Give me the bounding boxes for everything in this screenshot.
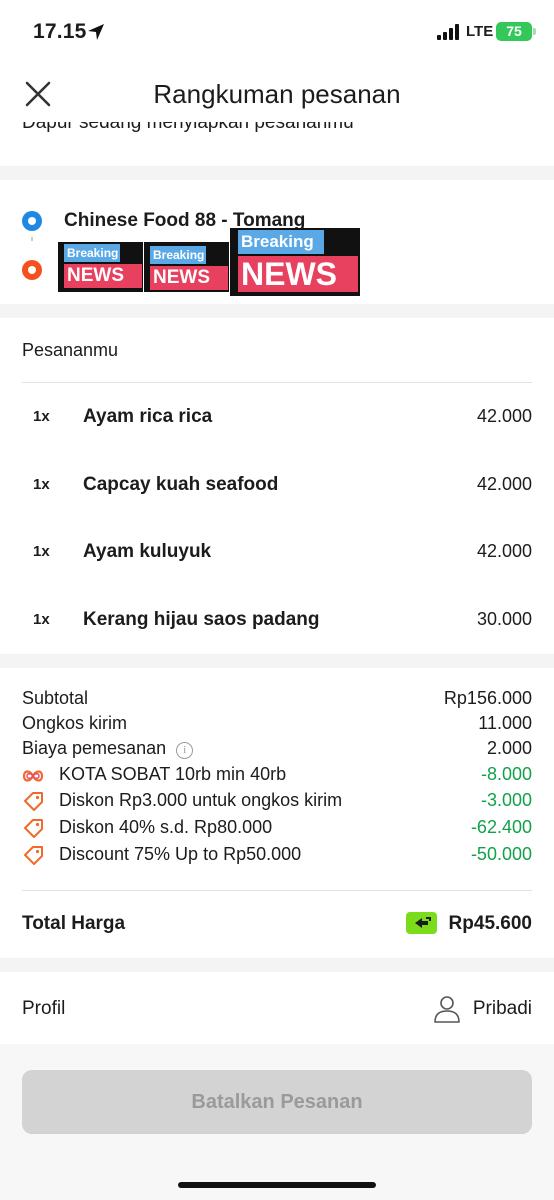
voucher-row: Discount 75% Up to Rp50.000 -50.000 — [22, 844, 532, 870]
item-quantity: 1x — [33, 408, 50, 425]
list-item: 1x Capcay kuah seafood 42.000 — [0, 466, 554, 506]
item-name: Kerang hijau saos padang — [83, 609, 320, 630]
divider — [22, 382, 532, 383]
section-divider — [0, 958, 554, 972]
delivery-fee-label: Ongkos kirim — [22, 713, 128, 733]
item-price: 42.000 — [476, 474, 532, 494]
voucher-value: -62.400 — [470, 817, 532, 837]
info-icon[interactable]: i — [176, 742, 194, 759]
payment-method-icon — [406, 912, 437, 934]
total-label: Total Harga — [22, 913, 126, 934]
battery-icon: 75 — [496, 22, 536, 41]
home-indicator — [178, 1182, 376, 1188]
voucher-row: Diskon 40% s.d. Rp80.000 -62.400 — [22, 817, 532, 843]
profile-value: Pribadi — [472, 998, 532, 1019]
voucher-row: Diskon Rp3.000 untuk ongkos kirim -3.000 — [22, 790, 532, 816]
subtotal-label: Subtotal — [22, 688, 89, 708]
breaking-news-sticker: Breaking NEWS — [58, 242, 143, 292]
price-summary: Subtotal Rp156.000 Ongkos kirim 11.000 B… — [0, 668, 554, 958]
item-quantity: 1x — [33, 543, 50, 560]
order-fee-label-wrap: Biaya pemesanan i — [22, 738, 194, 759]
section-divider — [0, 166, 554, 180]
item-quantity: 1x — [33, 476, 50, 493]
tag-icon — [24, 846, 43, 865]
header: Rangkuman pesanan — [0, 66, 554, 122]
destination-dot-icon — [22, 260, 42, 280]
bottom-bar: Batalkan Pesanan — [0, 1044, 554, 1200]
tag-icon — [24, 819, 43, 838]
delivery-fee-row: Ongkos kirim 11.000 — [22, 713, 532, 739]
voucher-value: -8.000 — [480, 764, 532, 784]
voucher-row: KOTA SOBAT 10rb min 40rb -8.000 — [22, 764, 532, 790]
route-card: Chinese Food 88 - Tomang Breaking NEWS B… — [0, 180, 554, 304]
order-list: Pesananmu 1x Ayam rica rica 42.000 1x Ca… — [0, 318, 554, 654]
page-title: Rangkuman pesanan — [153, 79, 401, 109]
divider — [22, 890, 532, 891]
item-price: 42.000 — [476, 541, 532, 561]
subtotal-row: Subtotal Rp156.000 — [22, 688, 532, 714]
breaking-news-sticker: Breaking NEWS — [144, 242, 229, 292]
status-time: 17.15 — [33, 20, 87, 43]
status-bar: 17.15 LTE 75 — [0, 0, 554, 66]
profile-row[interactable]: Profil Pribadi — [0, 972, 554, 1044]
voucher-value: -50.000 — [470, 844, 532, 864]
list-item: 1x Ayam kuluyuk 42.000 — [0, 533, 554, 573]
order-fee-row: Biaya pemesanan i 2.000 — [22, 738, 532, 764]
origin-dot-icon — [22, 211, 42, 231]
order-list-heading: Pesananmu — [22, 340, 119, 360]
infinity-badge-icon — [22, 770, 44, 782]
battery-level: 75 — [506, 23, 522, 39]
cancel-order-button[interactable]: Batalkan Pesanan — [22, 1070, 532, 1134]
location-arrow-icon — [88, 24, 104, 40]
item-name: Ayam kuluyuk — [83, 541, 212, 562]
item-price: 42.000 — [476, 406, 532, 426]
route-line — [31, 237, 33, 241]
voucher-value: -3.000 — [480, 790, 532, 810]
delivery-fee-value: 11.000 — [478, 713, 532, 733]
item-quantity: 1x — [33, 611, 50, 628]
network-type: LTE — [466, 23, 494, 40]
list-item: 1x Kerang hijau saos padang 30.000 — [0, 601, 554, 641]
voucher-label: Diskon 40% s.d. Rp80.000 — [59, 817, 273, 837]
total-value: Rp45.600 — [448, 913, 532, 934]
item-price: 30.000 — [476, 609, 532, 629]
section-divider — [0, 304, 554, 318]
section-divider — [0, 654, 554, 668]
subtotal-value: Rp156.000 — [443, 688, 532, 708]
tag-icon — [24, 792, 43, 811]
voucher-label: Diskon Rp3.000 untuk ongkos kirim — [59, 790, 343, 810]
item-name: Ayam rica rica — [83, 406, 213, 427]
order-fee-label: Biaya pemesanan — [22, 738, 167, 758]
user-icon — [434, 996, 460, 1023]
profile-label: Profil — [22, 998, 66, 1019]
breaking-news-sticker-large: Breaking NEWS — [230, 228, 360, 296]
list-item: 1x Ayam rica rica 42.000 — [0, 398, 554, 438]
signal-icon — [437, 24, 459, 40]
order-fee-value: 2.000 — [486, 738, 532, 758]
voucher-label: KOTA SOBAT 10rb min 40rb — [59, 764, 287, 784]
voucher-label: Discount 75% Up to Rp50.000 — [59, 844, 302, 864]
item-name: Capcay kuah seafood — [83, 474, 279, 495]
